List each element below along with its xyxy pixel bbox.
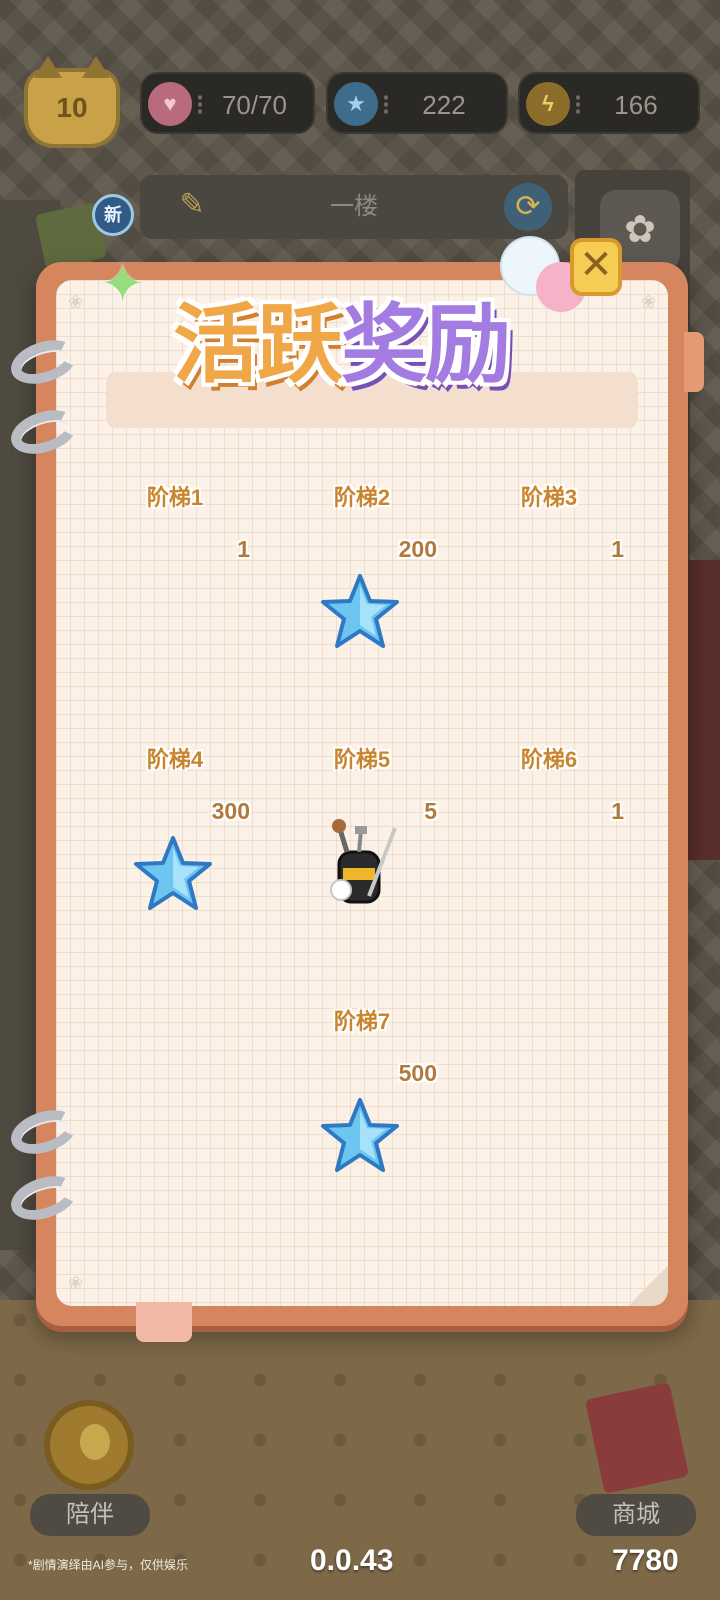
tier-label: 阶梯3: [520, 485, 578, 510]
energy-counter[interactable]: ϟ 166: [518, 72, 700, 134]
star-plus-icon: ★: [334, 82, 378, 126]
energy-value: 166: [614, 90, 658, 120]
tier-label: 阶梯5: [333, 747, 391, 772]
tier-quantity: 200: [398, 536, 437, 562]
ai-disclaimer: *剧情演绎由AI参与，仅供娱乐: [28, 1558, 189, 1572]
status-bar: 10 ♥ 70/70 ★ 222 ϟ 166: [0, 56, 720, 150]
tier-6[interactable]: 阶梯6 1: [454, 742, 644, 942]
blue-star-icon: [134, 836, 212, 910]
modal-title: 活跃奖励: [86, 262, 596, 432]
tier-5[interactable]: 阶梯5 5: [267, 742, 457, 942]
version-label: 0.0.43: [310, 1544, 394, 1577]
level-number: 10: [56, 92, 88, 123]
level-badge[interactable]: 10: [24, 56, 120, 148]
paw-icon: ❀: [68, 1273, 84, 1293]
shopping-bag-icon: [584, 1382, 690, 1494]
hearts-counter[interactable]: ♥ 70/70: [140, 72, 315, 134]
title-part-2: 奖励: [341, 295, 511, 395]
lightning-plus-icon: ϟ: [526, 82, 570, 126]
tier-7[interactable]: 阶梯7 500: [267, 1004, 457, 1204]
separator: [198, 94, 202, 116]
tier-3[interactable]: 阶梯3 1: [454, 480, 644, 680]
shop-label: 商城: [576, 1494, 696, 1536]
tier-label: 阶梯6: [520, 747, 578, 772]
tier-quantity: 1: [611, 798, 624, 824]
stars-value: 222: [422, 90, 466, 120]
tier-quantity: 500: [398, 1060, 437, 1086]
swap-icon[interactable]: ⟳: [504, 183, 552, 231]
blue-star-icon: [321, 574, 399, 648]
tier-label: 阶梯1: [146, 485, 204, 510]
tier-quantity: 300: [211, 798, 250, 824]
tier-2[interactable]: 阶梯2 200: [267, 480, 457, 680]
paw-icon: ❀: [68, 292, 84, 312]
separator: [576, 94, 580, 116]
bookmark-tab: [136, 1302, 192, 1342]
tier-quantity: 1: [611, 536, 624, 562]
heart-icon: ♥: [148, 82, 192, 126]
stars-counter[interactable]: ★ 222: [326, 72, 508, 134]
tier-1[interactable]: 阶梯1 1: [80, 480, 270, 680]
tier-label: 阶梯7: [333, 1009, 391, 1034]
blue-star-icon: [321, 1098, 399, 1172]
companion-button[interactable]: 陪伴: [30, 1390, 150, 1540]
golf-bag-icon: [330, 819, 397, 904]
paw-icon: ❀: [640, 292, 656, 312]
stopwatch-icon: [44, 1400, 134, 1490]
shop-button[interactable]: 商城: [576, 1382, 696, 1540]
tier-quantity: 1: [237, 536, 250, 562]
hearts-value: 70/70: [221, 90, 288, 120]
tier-quantity: 5: [424, 798, 437, 824]
title-part-1: 活跃: [173, 295, 343, 395]
tier-label: 阶梯4: [146, 747, 204, 772]
floor-bar[interactable]: ✎ 一楼 ⟳: [140, 175, 568, 239]
tier-4[interactable]: 阶梯4 300: [80, 742, 270, 942]
notebook-paper: ❀ ❀ ❀ 阶梯1 1 阶梯2 200 阶梯3 1 阶梯4 300 阶梯5 5 …: [56, 280, 668, 1306]
new-badge: 新: [92, 194, 134, 236]
separator: [384, 94, 388, 116]
notebook-side-tab: [684, 332, 704, 392]
tier-label: 阶梯2: [333, 485, 391, 510]
close-button[interactable]: ✕: [570, 238, 622, 296]
sparkle-icon: ✦: [100, 254, 146, 314]
companion-label: 陪伴: [30, 1494, 150, 1536]
score-label: 7780: [612, 1544, 679, 1577]
